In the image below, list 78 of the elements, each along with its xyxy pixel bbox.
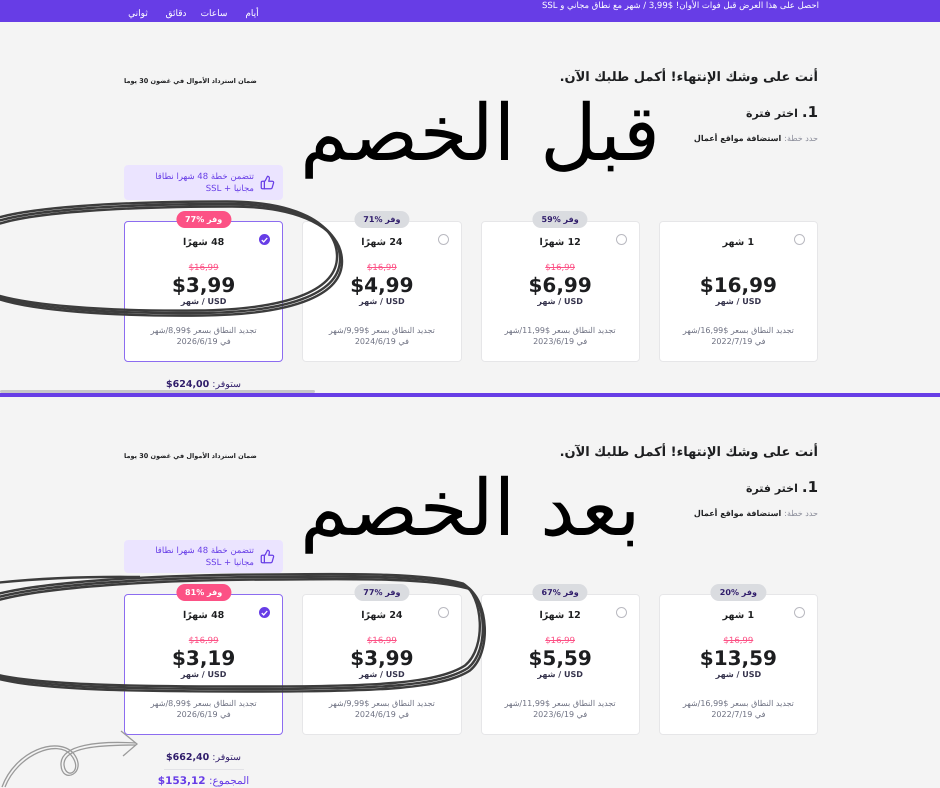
countdown-label: دقائق xyxy=(164,8,188,20)
plan-period: 12 شهرًا xyxy=(539,237,581,249)
offer-message: احصل على هذا العرض قبل فوات الأوان! $3,99 / شهر مع نطاق مجاني و SSL xyxy=(542,0,819,13)
plan-period: 24 شهرًا xyxy=(361,610,403,622)
step-number: 1. xyxy=(802,478,818,496)
price-unit: USD / شهر xyxy=(180,296,226,308)
radio-button[interactable] xyxy=(259,607,270,618)
radio-button[interactable] xyxy=(259,234,270,245)
original-price: $16,99 xyxy=(367,262,397,274)
price-unit: USD / شهر xyxy=(716,296,762,308)
plan-price: $3,99 xyxy=(350,647,414,669)
discount-badge: وفر %77 xyxy=(354,584,410,601)
scrollbar[interactable] xyxy=(0,390,315,393)
plan-price: $5,59 xyxy=(528,647,592,669)
plan-name: استضافة مواقع أعمال xyxy=(694,508,782,520)
price-unit: USD / شهر xyxy=(180,669,226,681)
promo-text: تتضمن خطة 48 شهرا نطاقا مجانيا + SSL xyxy=(154,544,254,568)
plan-price: $6,99 xyxy=(528,274,592,296)
original-price: $16,99 xyxy=(188,635,218,647)
discount-badge: وفر %71 xyxy=(354,211,410,228)
original-price: $16,99 xyxy=(724,635,754,647)
step-title: اختر فترة xyxy=(746,106,798,122)
original-price: $16,99 xyxy=(367,635,397,647)
plan-price: $3,99 xyxy=(172,274,236,296)
countdown-label: ثواني xyxy=(127,8,149,20)
plan-name: استضافة مواقع أعمال xyxy=(694,133,782,145)
plan-period: 48 شهرًا xyxy=(182,610,224,622)
plan-period: 1 شهر xyxy=(722,610,754,622)
plan-price: $16,99 xyxy=(700,274,777,296)
thumbs-up-icon xyxy=(260,549,275,564)
check-icon xyxy=(261,236,268,242)
renewal-note: تجديد النطاق بسعر $8,99/شهر في 2026/6/19 xyxy=(150,326,257,347)
renewal-note: تجديد النطاق بسعر $16,99/شهر في 2022/7/19 xyxy=(682,699,794,720)
handwritten-label: بعد الخصم xyxy=(300,463,640,555)
price-unit: USD / شهر xyxy=(716,669,762,681)
radio-button[interactable] xyxy=(616,234,627,245)
original-price: $16,99 xyxy=(545,635,575,647)
discount-badge: وفر %81 xyxy=(176,584,232,601)
step-number: 1. xyxy=(802,103,818,121)
promo-text: تتضمن خطة 48 شهرا نطاقا مجانيا + SSL xyxy=(154,170,254,194)
discount-badge: وفر %20 xyxy=(710,584,766,601)
thumbs-up-icon xyxy=(260,175,275,190)
countdown-label: أيام xyxy=(244,8,260,20)
plan-price: $4,99 xyxy=(350,274,414,296)
plan-label: حدد خطة: xyxy=(784,508,818,520)
price-unit: USD / شهر xyxy=(359,669,405,681)
plan-period: 24 شهرًا xyxy=(361,237,403,249)
radio-button[interactable] xyxy=(438,234,448,245)
step-title: اختر فترة xyxy=(746,481,798,497)
radio-button[interactable] xyxy=(794,234,805,245)
plan-period: 12 شهرًا xyxy=(539,610,581,622)
plan-label: حدد خطة: xyxy=(784,133,818,145)
renewal-note: تجديد النطاق بسعر $9,99/شهر في 2024/6/19 xyxy=(328,326,435,347)
discount-badge: وفر %59 xyxy=(532,211,588,228)
price-unit: USD / شهر xyxy=(537,669,583,681)
renewal-note: تجديد النطاق بسعر $9,99/شهر في 2024/6/19 xyxy=(328,699,435,720)
renewal-note: تجديد النطاق بسعر $8,99/شهر في 2026/6/19 xyxy=(150,699,257,720)
renewal-note: تجديد النطاق بسعر $11,99/شهر في 2023/6/19 xyxy=(504,326,616,347)
plan-period: 1 شهر xyxy=(722,237,754,249)
original-price: $16,99 xyxy=(545,262,575,274)
plan-period: 48 شهرًا xyxy=(182,237,224,249)
discount-badge: وفر %67 xyxy=(532,584,588,601)
countdown-label: ساعات xyxy=(200,8,228,20)
plan-price: $3,19 xyxy=(172,647,236,669)
check-icon xyxy=(261,610,268,616)
price-unit: USD / شهر xyxy=(537,296,583,308)
radio-button[interactable] xyxy=(616,607,627,618)
radio-button[interactable] xyxy=(438,607,448,618)
plan-price: $13,59 xyxy=(700,647,777,669)
handwritten-label: قبل الخصم xyxy=(300,88,660,180)
renewal-note: تجديد النطاق بسعر $16,99/شهر في 2022/7/19 xyxy=(682,326,794,347)
radio-button[interactable] xyxy=(794,607,805,618)
price-unit: USD / شهر xyxy=(359,296,405,308)
discount-badge: وفر %77 xyxy=(176,211,232,228)
page-heading: أنت على وشك الإنتهاء! أكمل طلبك الآن. xyxy=(560,444,818,462)
original-price: $16,99 xyxy=(188,262,218,274)
page-heading: أنت على وشك الإنتهاء! أكمل طلبك الآن. xyxy=(560,69,818,87)
renewal-note: تجديد النطاق بسعر $11,99/شهر في 2023/6/19 xyxy=(504,699,616,720)
